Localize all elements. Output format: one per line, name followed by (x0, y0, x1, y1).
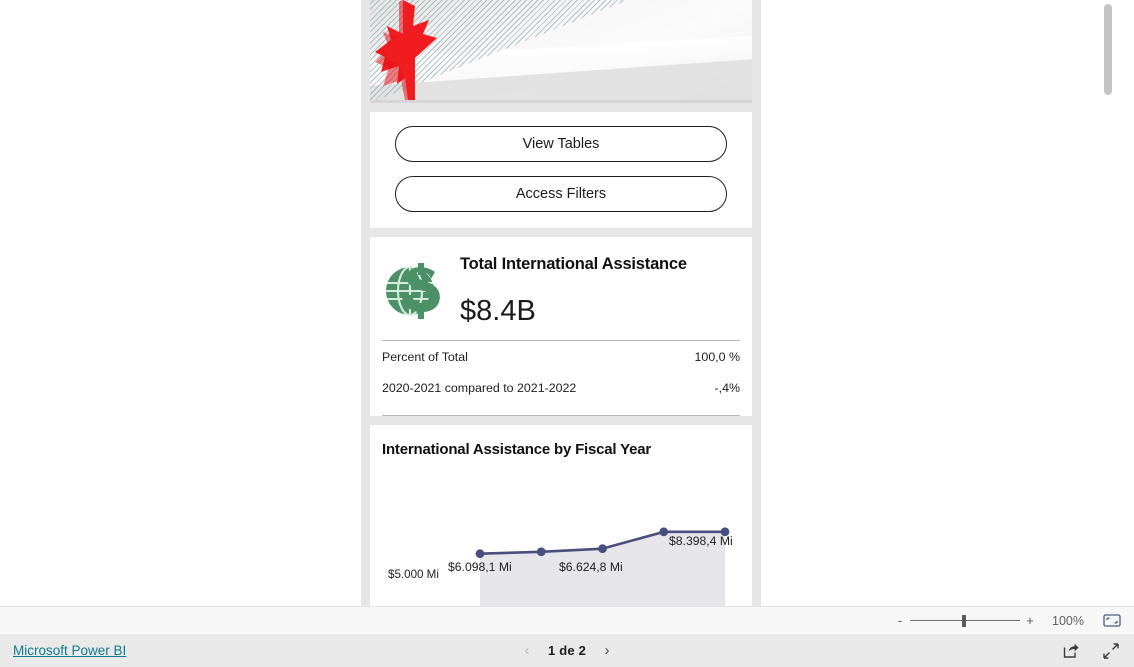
zoom-slider[interactable] (910, 614, 1020, 628)
zoom-out-button[interactable]: - (892, 613, 908, 628)
chart-data-point[interactable] (659, 527, 669, 537)
data-label-point-4: $8.398,4 Mi (669, 534, 733, 548)
report-actions-card: View Tables Access Filters (370, 112, 752, 228)
globe-dollar-icon (382, 247, 456, 328)
y-axis-tick-label: $5.000 Mi (388, 568, 439, 581)
report-viewport: View Tables Access Filters Total Interna… (0, 0, 1118, 606)
data-label-point-1: $6.098,1 Mi (448, 560, 512, 574)
zoom-slider-handle[interactable] (962, 614, 966, 627)
stat-value: -,4% (714, 380, 740, 395)
chart-title: International Assistance by Fiscal Year (382, 441, 651, 458)
chart-data-point[interactable] (598, 544, 607, 554)
kpi-header: Total International Assistance $8.4B (382, 247, 740, 328)
report-vertical-scrollbar[interactable] (1100, 0, 1112, 606)
chart-data-point[interactable] (536, 547, 546, 557)
canada-maple-leaf-icon (375, 0, 437, 100)
scrollbar-thumb[interactable] (1104, 4, 1112, 95)
government-of-canada-banner (370, 0, 752, 103)
stat-row-year-comparison: 2020-2021 compared to 2021-2022 -,4% (382, 372, 740, 403)
total-international-assistance-card: Total International Assistance $8.4B Per… (370, 237, 752, 416)
data-label-point-3: $6.624,8 Mi (559, 560, 623, 574)
share-icon[interactable] (1062, 642, 1080, 660)
page-indicator-label: 1 de 2 (547, 643, 587, 658)
footer-actions (1062, 642, 1120, 660)
kpi-text-block: Total International Assistance $8.4B (456, 247, 740, 328)
previous-page-icon[interactable]: ‹ (520, 642, 534, 659)
power-bi-report-viewer: View Tables Access Filters Total Interna… (0, 0, 1134, 667)
chart-plot-area[interactable]: $5.000 Mi $6.098,1 Mi $6.624,8 Mi $8.398… (382, 464, 740, 606)
access-filters-button[interactable]: Access Filters (395, 176, 727, 212)
page-navigation: ‹ 1 de 2 › (0, 642, 1134, 659)
report-footer: Microsoft Power BI ‹ 1 de 2 › (0, 634, 1134, 667)
kpi-title: Total International Assistance (460, 255, 687, 273)
report-canvas: View Tables Access Filters Total Interna… (361, 0, 761, 606)
next-page-icon[interactable]: › (600, 642, 614, 659)
stat-value: 100,0 % (694, 349, 740, 364)
view-tables-button[interactable]: View Tables (395, 126, 727, 162)
stat-row-percent-of-total: Percent of Total 100,0 % (382, 341, 740, 372)
zoom-toolbar: - + 100% (0, 606, 1134, 634)
fit-to-page-icon[interactable] (1102, 614, 1122, 628)
kpi-value: $8.4B (460, 295, 536, 327)
zoom-level-label: 100% (1052, 613, 1084, 628)
kpi-divider-bottom (382, 415, 740, 416)
zoom-in-button[interactable]: + (1022, 613, 1038, 628)
fullscreen-icon[interactable] (1102, 642, 1120, 660)
international-assistance-chart-card: International Assistance by Fiscal Year … (370, 425, 752, 606)
stat-label: 2020-2021 compared to 2021-2022 (382, 380, 577, 395)
stat-label: Percent of Total (382, 349, 468, 364)
chart-data-point[interactable] (475, 549, 485, 559)
